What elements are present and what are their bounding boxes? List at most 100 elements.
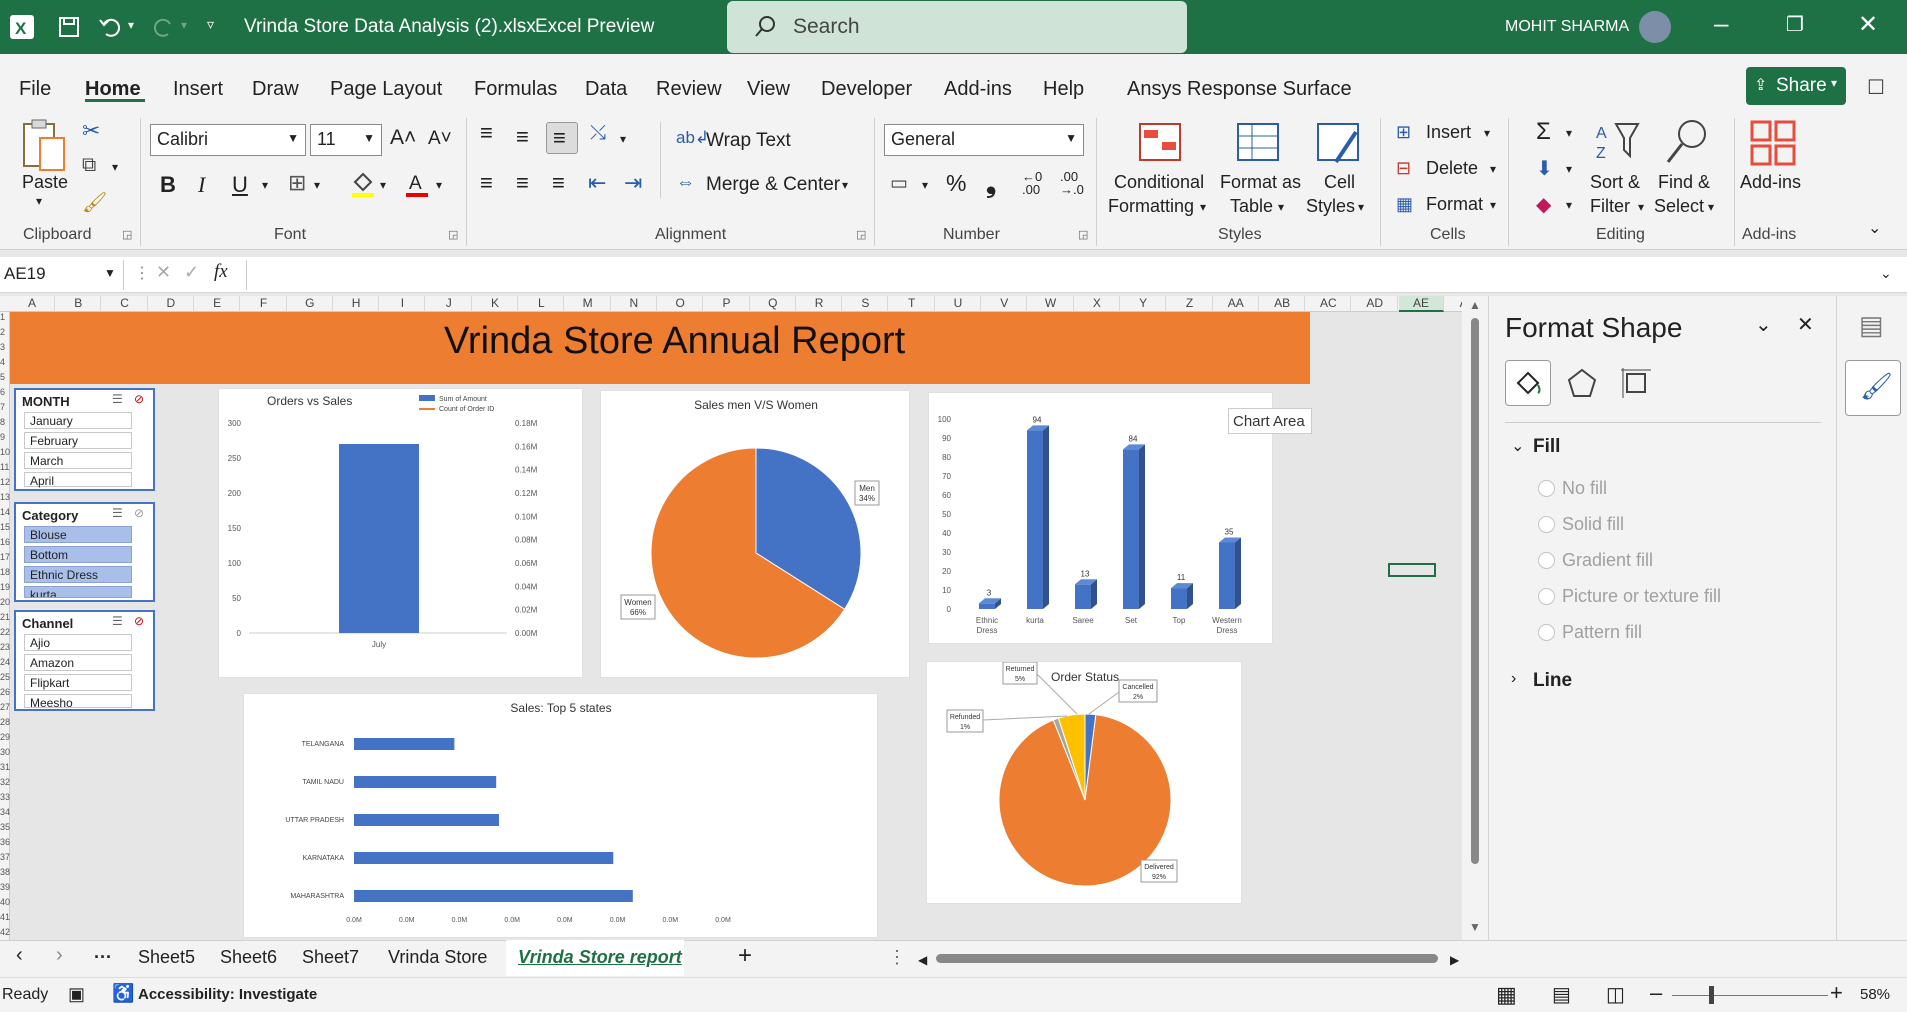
row-header[interactable]: 15 [0,522,10,537]
tab-home[interactable]: Home [85,78,141,101]
solid-fill-radio[interactable] [1538,516,1555,533]
align-middle-icon[interactable]: ≡ [516,124,529,150]
row-header[interactable]: 25 [0,672,10,687]
add-ins-button[interactable]: Add-ins [1740,172,1801,193]
chevron-right-icon[interactable]: › [1511,670,1516,688]
row-header[interactable]: 41 [0,912,10,927]
italic-icon[interactable]: I [198,172,205,198]
clear-filter-icon[interactable]: ⊘ [134,506,144,520]
decrease-decimal-icon[interactable]: .00 →.0 [1060,170,1084,196]
expand-formula-icon[interactable]: ⌄ [1880,265,1892,282]
column-header[interactable]: Y [1121,296,1167,312]
slicer-category[interactable]: Category ☰ ⊘ Blouse Bottom Ethnic Dress … [14,502,155,602]
picture-fill-radio[interactable] [1538,588,1555,605]
column-header[interactable]: E [195,296,241,312]
close-icon[interactable]: ✕ [1797,312,1814,337]
row-header[interactable]: 32 [0,777,10,792]
row-header[interactable]: 37 [0,852,10,867]
decrease-indent-icon[interactable]: ⇤ [588,170,606,196]
underline-icon[interactable]: U [232,172,248,198]
align-bottom-button[interactable]: ≡ [546,122,578,154]
column-header[interactable]: AD [1353,296,1398,312]
font-color-dropdown-icon[interactable]: ▾ [436,178,442,192]
accounting-format-icon[interactable]: ▭ [890,172,908,195]
paste-icon[interactable] [20,118,68,174]
fmt-table-dropdown-icon[interactable]: ▾ [1278,200,1284,214]
save-icon[interactable] [58,16,80,38]
column-header[interactable]: I [380,296,426,312]
row-header[interactable]: 11 [0,462,10,477]
align-center-icon[interactable]: ≡ [516,170,529,196]
name-box[interactable]: AE19 ▼ [0,260,124,290]
font-launcher-icon[interactable]: ◲ [448,228,458,241]
row-header[interactable]: 31 [0,762,10,777]
fill-dropdown-icon[interactable]: ▾ [1566,162,1572,176]
multi-select-icon[interactable]: ☰ [112,614,123,628]
add-sheet-icon[interactable]: + [738,942,752,970]
slicer-item[interactable]: kurta [24,586,132,598]
number-format-select[interactable]: General ▼ [884,124,1084,156]
tab-file[interactable]: File [19,78,51,101]
accessibility-icon[interactable]: ♿ [112,983,134,1004]
tab-vrinda-store[interactable]: Vrinda Store [388,947,487,968]
row-header[interactable]: 21 [0,612,10,627]
fill-down-icon[interactable]: ⬇ [1536,156,1553,181]
gradient-fill-radio[interactable] [1538,552,1555,569]
autosum-icon[interactable]: Σ [1536,118,1551,146]
chart-category[interactable]: 0 10 20 30 40 50 60 70 80 90 100 3 Ethnic Dress 94 kurt… [928,392,1273,644]
tab-page-layout[interactable]: Page Layout [330,78,442,101]
row-header[interactable]: 38 [0,867,10,882]
tab-view[interactable]: View [747,78,790,101]
column-header[interactable]: AB [1260,296,1306,312]
normal-view-icon[interactable]: ▦ [1496,982,1517,1008]
cond-fmt-label-1[interactable]: Conditional [1114,172,1204,193]
row-header[interactable]: 34 [0,807,10,822]
column-header[interactable]: O [658,296,704,312]
tab-options-icon[interactable]: ⋮ [888,947,906,968]
font-size-select[interactable]: 11 ▼ [310,124,382,156]
tab-add-ins[interactable]: Add-ins [944,78,1012,101]
format-cells-button[interactable]: Format [1426,194,1483,215]
row-header[interactable]: 20 [0,597,10,612]
find-label-2[interactable]: Select [1654,196,1704,217]
row-header[interactable]: 40 [0,897,10,912]
column-header[interactable]: N [612,296,657,312]
minimize-icon[interactable]: – [1714,8,1728,39]
slicer-item[interactable]: Ajio [24,634,132,651]
row-header[interactable]: 28 [0,717,10,732]
column-header[interactable]: AC [1306,296,1352,312]
page-break-view-icon[interactable]: ◫ [1606,982,1625,1007]
pattern-fill-label[interactable]: Pattern fill [1562,622,1642,643]
scroll-down-icon[interactable]: ▼ [1469,920,1481,934]
column-header[interactable]: P [705,296,750,312]
row-header[interactable]: 26 [0,687,10,702]
column-header[interactable]: M [566,296,611,312]
align-right-icon[interactable]: ≡ [552,170,565,196]
solid-fill-label[interactable]: Solid fill [1562,514,1624,535]
row-header[interactable]: 12 [0,477,10,492]
horizontal-scroll-thumb[interactable] [936,954,1438,963]
pane-options-icon[interactable]: ⌄ [1755,312,1772,337]
conditional-formatting-icon[interactable] [1138,122,1182,162]
sort-label-2[interactable]: Filter [1590,196,1630,217]
borders-dropdown-icon[interactable]: ▾ [314,178,320,192]
row-header[interactable]: 2 [0,327,10,342]
zoom-in-icon[interactable]: + [1830,980,1843,1006]
fmt-table-label-1[interactable]: Format as [1220,172,1301,193]
prev-sheet-icon[interactable]: ‹ [16,944,23,967]
find-dropdown-icon[interactable]: ▾ [1708,200,1714,214]
cond-fmt-label-2[interactable]: Formatting [1108,196,1194,217]
slicer-item[interactable]: March [24,452,132,469]
column-header[interactable]: V [982,296,1028,312]
chevron-down-icon[interactable]: ⌄ [1511,436,1524,456]
search-box[interactable]: Search [727,1,1187,53]
collapse-ribbon-icon[interactable]: ⌄ [1868,218,1881,238]
slicer-item[interactable]: Bottom [24,546,132,563]
row-header[interactable]: 19 [0,582,10,597]
fmt-table-label-2[interactable]: Table [1230,196,1273,217]
underline-dropdown-icon[interactable]: ▾ [262,178,268,192]
row-header[interactable]: 6 [0,387,10,402]
share-button[interactable]: ⇪ Share ▾ [1746,67,1846,105]
delete-dropdown-icon[interactable]: ▾ [1490,162,1496,176]
merge-dropdown-icon[interactable]: ▾ [842,178,848,192]
